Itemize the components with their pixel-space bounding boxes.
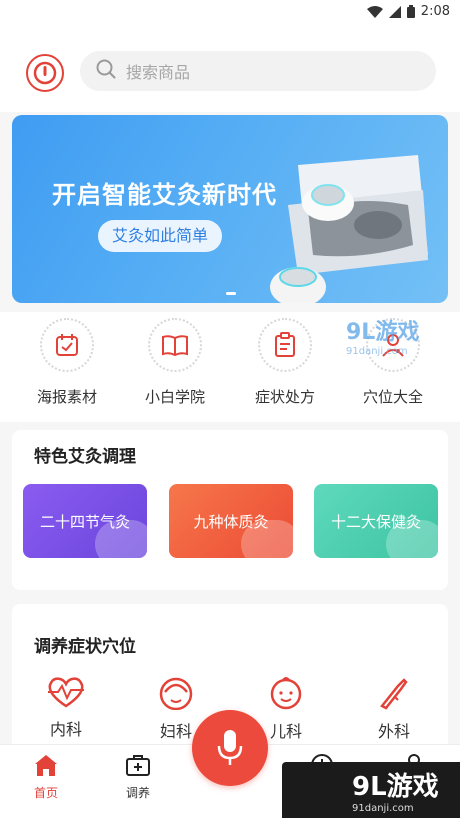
voice-button[interactable] [192, 710, 268, 786]
symptom-label: 外科 [377, 722, 410, 741]
woman-icon [159, 677, 193, 711]
search-bar[interactable]: 搜索商品 [80, 51, 436, 91]
search-placeholder: 搜索商品 [126, 63, 191, 82]
carousel-indicator [226, 292, 236, 295]
quick-nav-label: 症状处方 [254, 388, 315, 406]
status-icons: 2:08 [366, 4, 450, 19]
baby-icon [270, 677, 302, 710]
wifi-icon [366, 5, 383, 18]
banner-subtitle-button[interactable]: 艾灸如此简单 [98, 220, 223, 252]
battery-icon [406, 5, 415, 18]
feature-card-solar-terms[interactable]: 二十四节气灸 [23, 484, 147, 558]
symptom-internal-medicine[interactable]: 内科 [26, 676, 106, 740]
heartbeat-icon [48, 677, 84, 708]
status-time: 2:08 [420, 4, 450, 19]
promo-banner[interactable]: 开启智能艾灸新时代 艾灸如此简单 [12, 115, 448, 303]
scalpel-icon [380, 678, 408, 710]
calendar-icon [40, 318, 94, 372]
feature-card-health-care[interactable]: 十二大保健灸 [314, 484, 438, 558]
header: 搜索商品 [0, 26, 460, 112]
nav-home[interactable]: 首页 [16, 753, 76, 801]
quick-nav-label: 小白学院 [144, 388, 205, 406]
app-logo[interactable] [26, 54, 64, 92]
power-logo-icon [33, 61, 57, 85]
quick-nav-academy[interactable]: 小白学院 [130, 318, 220, 407]
quick-nav-label: 穴位大全 [362, 388, 423, 406]
banner-title: 开启智能艾灸新时代 [52, 181, 277, 209]
search-icon [96, 59, 116, 83]
symptoms-title: 调养症状穴位 [34, 637, 136, 657]
leaf-icon [241, 520, 293, 558]
symptom-surgery[interactable]: 外科 [354, 676, 434, 742]
quick-nav-poster[interactable]: 海报素材 [22, 318, 112, 407]
nav-label: 首页 [33, 786, 58, 800]
microphone-icon [217, 730, 243, 765]
nav-label: 调养 [125, 786, 150, 800]
feature-card-constitution[interactable]: 九种体质灸 [169, 484, 293, 558]
featured-title: 特色艾灸调理 [34, 447, 136, 467]
quick-nav-prescription[interactable]: 症状处方 [240, 318, 330, 407]
symptom-label: 内科 [49, 720, 82, 739]
status-bar: 2:08 [0, 0, 460, 26]
quick-nav-label: 海报素材 [36, 388, 97, 406]
featured-section: 特色艾灸调理 二十四节气灸 九种体质灸 十二大保健灸 [12, 430, 448, 590]
signal-icon [388, 5, 401, 18]
watermark-corner: 9L游戏 91danji.com [282, 762, 460, 818]
home-icon [35, 755, 57, 776]
medical-kit-icon [126, 755, 150, 776]
nav-tiaoyang[interactable]: 调养 [108, 753, 168, 801]
clipboard-icon [258, 318, 312, 372]
book-icon [148, 318, 202, 372]
moxibustion-device-image [268, 135, 438, 303]
cloud-icon [95, 520, 147, 558]
watermark-badge: 9L游戏 91danji.com [346, 320, 420, 357]
heart-hands-icon [386, 520, 438, 558]
